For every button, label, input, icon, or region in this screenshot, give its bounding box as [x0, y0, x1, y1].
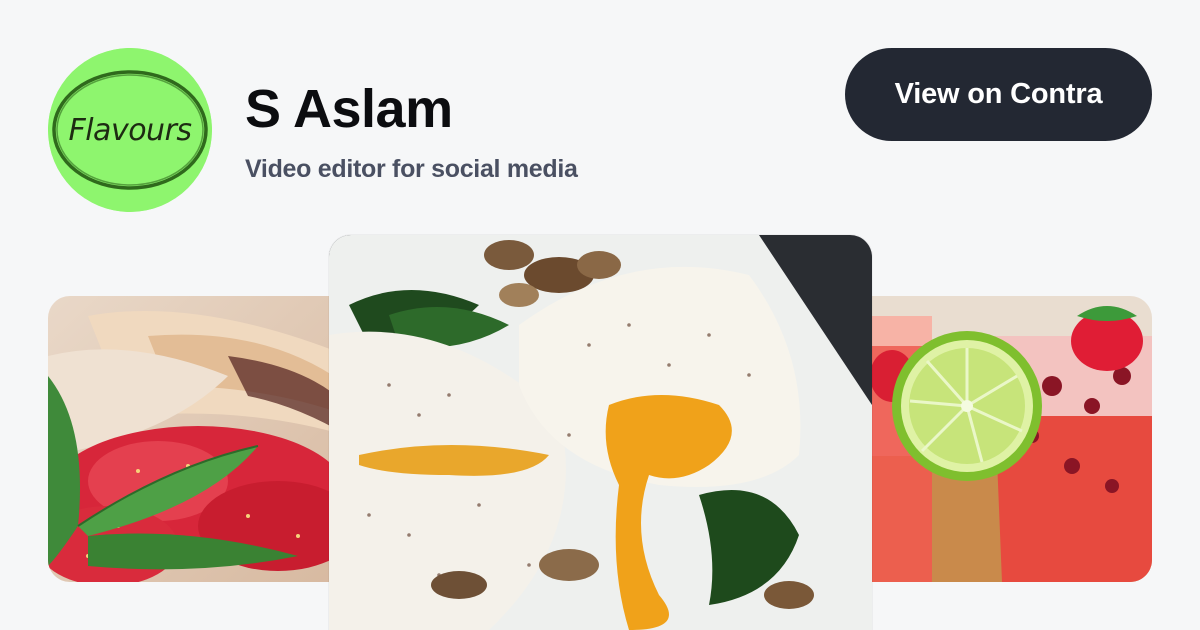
view-on-contra-button[interactable]: View on Contra	[845, 48, 1152, 141]
gallery-image-right[interactable]	[852, 296, 1152, 582]
profile-tagline: Video editor for social media	[245, 155, 578, 183]
gallery-image-center[interactable]	[329, 235, 872, 630]
profile-card: Flavours S Aslam Video editor for social…	[0, 0, 1200, 630]
avatar: Flavours	[48, 48, 212, 212]
avatar-logo-text: Flavours	[68, 112, 192, 148]
gallery-image-left[interactable]	[48, 296, 348, 582]
profile-name: S Aslam	[245, 79, 453, 139]
